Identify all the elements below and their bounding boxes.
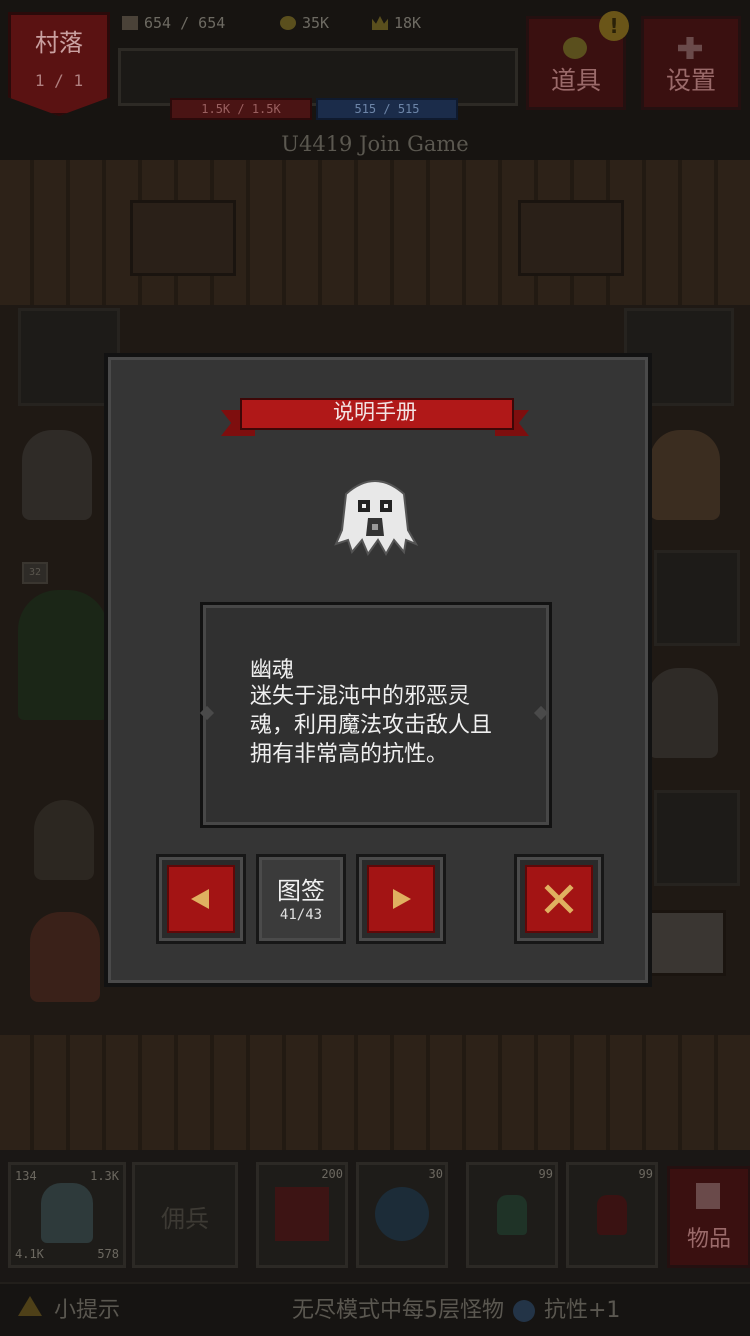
- goods-button[interactable]: 物品: [667, 1166, 750, 1268]
- tip-text: 无尽模式中每5层怪物 抗性+1: [292, 1298, 621, 1323]
- barracks-icon: [122, 16, 138, 30]
- hero-slot[interactable]: 134 1.3K 4.1K 578: [8, 1162, 126, 1268]
- next-button-face: [367, 865, 435, 933]
- mp-bar: 515 / 515: [316, 98, 458, 120]
- mercenary-slot[interactable]: 佣兵: [132, 1162, 238, 1268]
- previous-button[interactable]: [156, 854, 246, 944]
- top-fence: [0, 160, 750, 310]
- village-level: 1 / 1: [34, 71, 84, 90]
- tip-label: 小提示: [54, 1298, 121, 1323]
- shop-stall-right[interactable]: [518, 200, 624, 276]
- shop-stall-left[interactable]: [130, 200, 236, 276]
- village-banner[interactable]: 村落 1 / 1: [8, 12, 110, 116]
- codex-button[interactable]: 图签 41/43: [256, 854, 346, 944]
- join-message: U4419 Join Game: [281, 132, 469, 156]
- crown-stat: 18K: [372, 12, 421, 34]
- garden-plot[interactable]: [654, 790, 740, 886]
- npc-villager[interactable]: [22, 430, 92, 520]
- hero-avatar: [41, 1183, 93, 1243]
- settings-button[interactable]: 设置: [641, 16, 741, 110]
- coin-bag-icon: [563, 37, 587, 59]
- wrench-icon: [678, 37, 702, 59]
- npc-chicken[interactable]: [34, 800, 94, 880]
- codex-label: 图签: [277, 877, 325, 905]
- potion-slot-red[interactable]: 99: [566, 1162, 658, 1268]
- ghost-monster-icon: [334, 480, 419, 557]
- crossed-swords-icon: [275, 1187, 329, 1241]
- bottom-fence: [0, 1035, 750, 1150]
- open-book-stand[interactable]: [648, 910, 726, 976]
- close-icon: [544, 884, 574, 914]
- green-potion-icon: [497, 1195, 527, 1235]
- previous-button-face: [167, 865, 235, 933]
- gold-stat: 35K: [280, 12, 329, 34]
- resistance-icon: [513, 1300, 535, 1322]
- close-button[interactable]: [514, 854, 604, 944]
- dialog-title: 说明手册: [333, 400, 417, 424]
- village-name: 村落: [35, 29, 83, 57]
- skill-slot-summon[interactable]: 30: [356, 1162, 448, 1268]
- phone-icon: [696, 1183, 720, 1209]
- codex-count: 41/43: [279, 907, 323, 923]
- npc-villager[interactable]: [650, 430, 720, 520]
- monster-description: 迷失于混沌中的邪恶灵魂，利用魔法攻击敌人且拥有非常高的抗性。: [250, 684, 493, 767]
- items-menu-button[interactable]: 道具 !: [526, 11, 629, 110]
- population-stat: 654 / 654: [122, 12, 225, 34]
- monster-name: 幽魂: [250, 658, 295, 683]
- hp-bar: 1.5K / 1.5K: [170, 98, 312, 120]
- potion-slot-green[interactable]: 99: [466, 1162, 558, 1268]
- close-button-face: [525, 865, 593, 933]
- tree: [18, 590, 108, 720]
- red-potion-icon: [597, 1195, 627, 1235]
- garden-plot[interactable]: [654, 550, 740, 646]
- skill-slot-attack[interactable]: 200: [256, 1162, 348, 1268]
- arrow-left-icon: [191, 889, 209, 909]
- npc-knight[interactable]: [648, 668, 718, 758]
- crown-icon: [372, 16, 388, 30]
- npc-villager[interactable]: [30, 912, 100, 1002]
- next-button[interactable]: [356, 854, 446, 944]
- notification-badge: !: [599, 11, 629, 41]
- npc-level-badge: 32: [22, 562, 48, 584]
- coin-icon: [280, 16, 296, 30]
- summon-icon: [375, 1187, 429, 1241]
- arrow-right-icon: [393, 889, 411, 909]
